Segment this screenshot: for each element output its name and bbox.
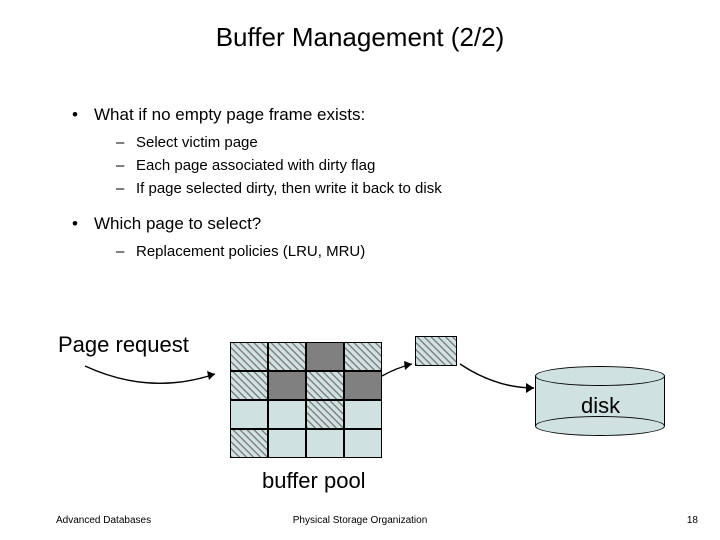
page-cell [344,342,382,371]
page-cell [230,400,268,429]
bullet-victim: Select victim page [72,133,672,153]
arrow-buffer-to-page [378,360,428,390]
page-cell [344,429,382,458]
page-cell [344,400,382,429]
bullet-no-empty: What if no empty page frame exists: [72,104,672,127]
page-cell [306,400,344,429]
page-cell [306,371,344,400]
page-cell [344,371,382,400]
buffer-pool-grid [230,342,382,458]
arrow-request-to-buffer [80,356,240,396]
page-cell [230,429,268,458]
bullet-write-back: If page selected dirty, then write it ba… [72,179,672,199]
slide-title: Buffer Management (2/2) [0,22,720,53]
page-cell [306,429,344,458]
label-page-request: Page request [58,332,189,358]
page-cell [230,342,268,371]
footer-page-number: 18 [687,515,698,526]
page-cell [268,429,306,458]
page-cell [230,371,268,400]
label-buffer-pool: buffer pool [262,468,366,494]
page-cell [268,400,306,429]
bullet-dirty-flag: Each page associated with dirty flag [72,156,672,176]
label-disk: disk [581,393,620,419]
page-cell [268,371,306,400]
arrow-page-to-disk [456,358,546,398]
footer-center: Physical Storage Organization [0,515,720,526]
bullet-which-page: Which page to select? [72,213,672,236]
page-cell [306,342,344,371]
bullet-policies: Replacement policies (LRU, MRU) [72,242,672,262]
content-area: What if no empty page frame exists: Sele… [72,104,672,265]
page-cell [268,342,306,371]
